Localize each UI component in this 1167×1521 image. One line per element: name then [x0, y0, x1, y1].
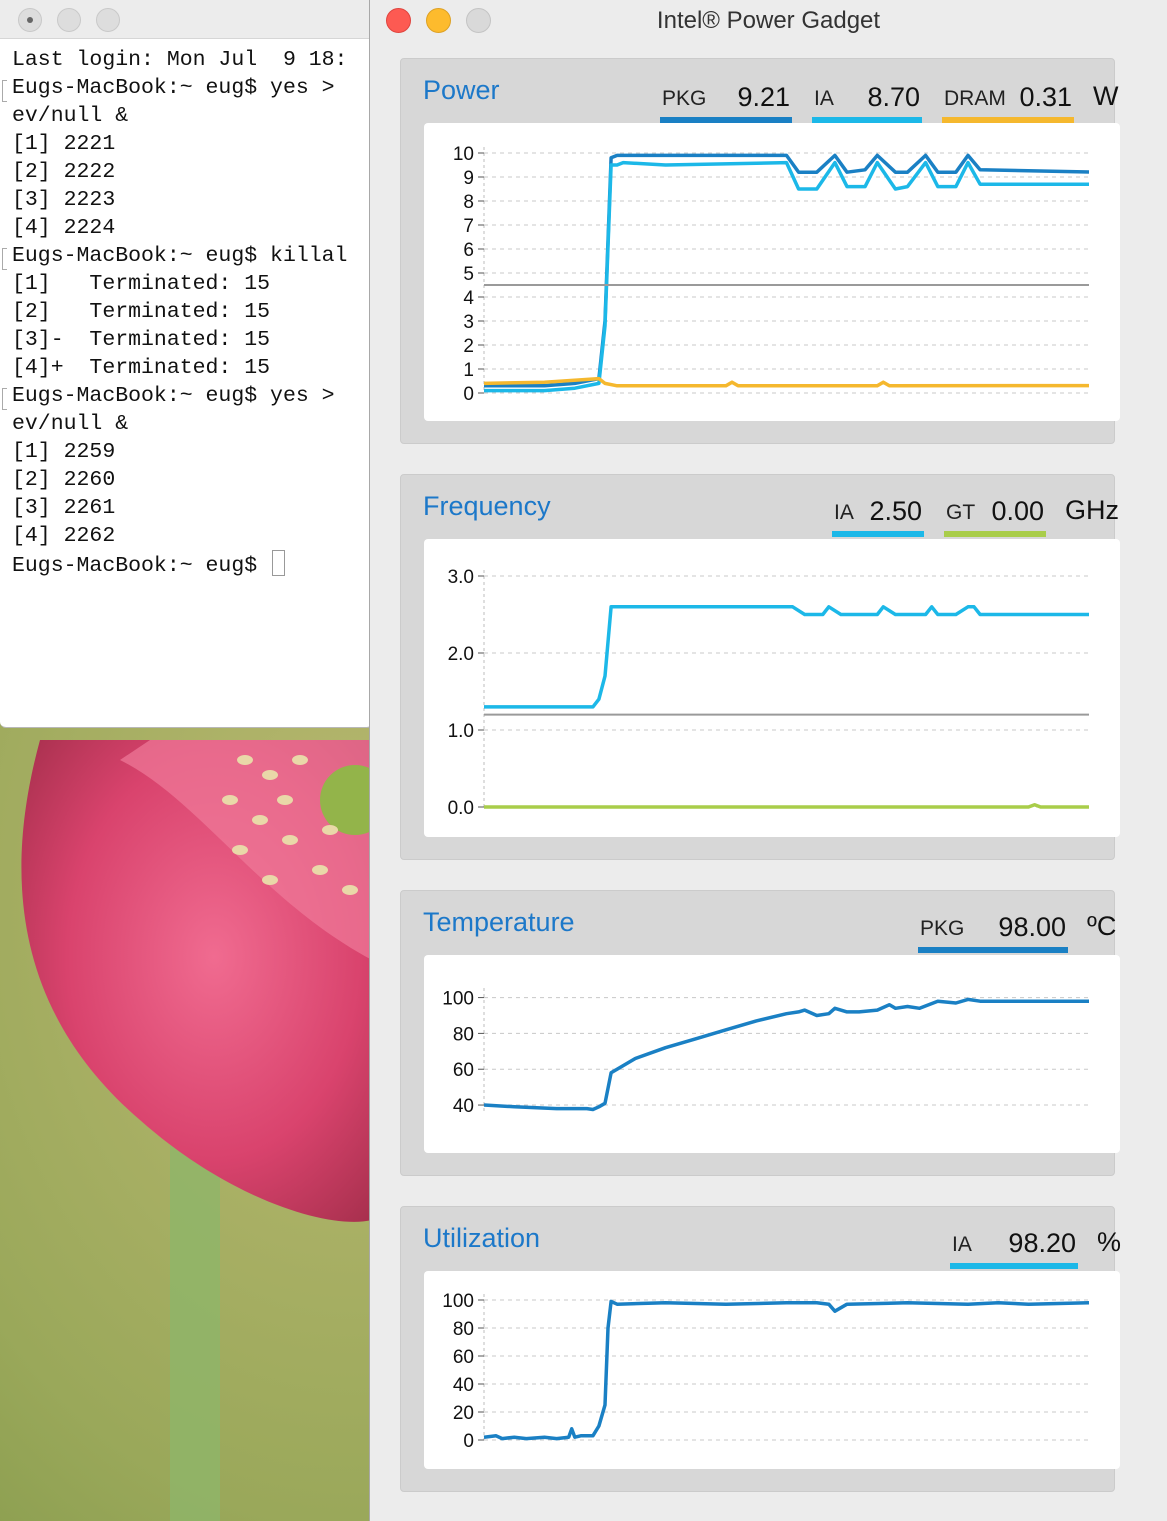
y-tick-label: 10 — [453, 144, 474, 165]
series-line-pkg — [484, 153, 1090, 388]
terminal-line: ev/null & — [12, 412, 129, 436]
window-title: Intel® Power Gadget — [656, 7, 881, 34]
series-line-gt — [484, 802, 1089, 809]
frequency-panel: Frequency IA 2.50 GT 0.00 GHz 0.0 1.0 2.0 3… — [400, 474, 1120, 860]
terminal-line: Eugs-MacBook:~ eug$ yes > — [12, 76, 335, 100]
y-tick-label: 100 — [442, 1291, 474, 1312]
series-line-ia — [483, 1299, 1090, 1441]
terminal-line: [4]+ Terminated: 15 — [12, 356, 271, 380]
y-tick-label: 2.0 — [448, 644, 474, 665]
y-tick-label: 1.0 — [448, 721, 474, 742]
terminal-line: [2] 2260 — [12, 468, 116, 492]
y-tick-label: 0 — [463, 384, 474, 405]
terminal-line: [2] Terminated: 15 — [12, 300, 271, 324]
y-tick-label: 8 — [463, 192, 474, 213]
y-tick-label: 0 — [463, 1431, 474, 1452]
y-tick-label: 3 — [463, 312, 474, 333]
y-tick-label: 0.0 — [448, 798, 474, 819]
legend-ia: IA 98.20 — [950, 1228, 1078, 1269]
y-tick-label: 7 — [463, 216, 474, 237]
y-tick-label: 40 — [453, 1096, 474, 1117]
unit-label: % — [1097, 1227, 1122, 1257]
legend-pkg: PKG 98.00 — [918, 912, 1068, 953]
prompt-mark — [2, 388, 7, 410]
y-tick-label: 60 — [453, 1347, 474, 1368]
temperature-panel: Temperature PKG 98.00 ºC 40 60 80 100 — [400, 890, 1120, 1176]
prompt-mark — [2, 80, 7, 102]
terminal-line: [1] 2259 — [12, 440, 116, 464]
terminal-line: [3]- Terminated: 15 — [12, 328, 271, 352]
terminal-titlebar[interactable] — [0, 0, 372, 39]
prompt-mark — [2, 248, 7, 270]
series-line-pkg — [483, 997, 1089, 1112]
utilization-panel: Utilization IA 98.20 % 0 20 40 60 80 100 — [400, 1206, 1121, 1492]
frequency-chart: 0.0 1.0 2.0 3.0 — [424, 539, 1120, 837]
terminal-line: Eugs-MacBook:~ eug$ killal — [12, 244, 348, 268]
panel-title: Power — [423, 75, 500, 105]
unit-label: ºC — [1087, 911, 1117, 941]
terminal-line: Eugs-MacBook:~ eug$ yes > — [12, 384, 335, 408]
terminal-line: ev/null & — [12, 104, 129, 128]
terminal-line: [1] 2221 — [12, 132, 116, 156]
terminal-line: [1] Terminated: 15 — [12, 272, 271, 296]
y-tick-label: 2 — [463, 336, 474, 357]
terminal-line: [4] 2224 — [12, 216, 116, 240]
legend-gt: GT 0.00 — [944, 496, 1046, 537]
y-tick-label: 20 — [453, 1403, 474, 1424]
legend-ia: IA 8.70 — [812, 82, 922, 123]
power-panel: Power PKG 9.21 IA 8.70 DRAM 0.31 W 0 1 2 3 4… — [400, 58, 1120, 444]
unit-label: GHz — [1065, 495, 1119, 525]
y-tick-label: 40 — [453, 1375, 474, 1396]
y-tick-label: 5 — [463, 264, 474, 285]
terminal-output[interactable]: Last login: Mon Jul 9 18: Eugs-MacBook:~ … — [12, 46, 372, 580]
terminal-line: [4] 2262 — [12, 524, 116, 548]
close-window-button[interactable] — [18, 8, 42, 32]
legend-dram: DRAM 0.31 — [942, 82, 1074, 123]
legend-ia: IA 2.50 — [832, 496, 924, 537]
y-tick-label: 100 — [442, 989, 474, 1010]
terminal-line: Last login: Mon Jul 9 18: — [12, 48, 348, 72]
y-tick-label: 4 — [463, 288, 474, 309]
power-chart: 0 1 2 3 4 5 6 7 8 9 10 — [424, 123, 1120, 421]
terminal-window[interactable]: Last login: Mon Jul 9 18: Eugs-MacBook:~ … — [0, 0, 373, 728]
panel-title: Utilization — [423, 1223, 541, 1253]
terminal-line: [3] 2223 — [12, 188, 116, 212]
y-tick-label: 1 — [463, 360, 474, 381]
legend-pkg: PKG 9.21 — [660, 82, 792, 123]
minimize-window-button[interactable] — [57, 8, 81, 32]
frequency-chart-svg: 0.0 1.0 2.0 3.0 — [448, 567, 1089, 819]
power-gadget-window[interactable]: Intel® Power Gadget Power PKG 9.21 IA 8.… — [369, 0, 1167, 1521]
utilization-chart: 0 20 40 60 80 100 — [424, 1271, 1120, 1469]
panel-title: Frequency — [423, 491, 551, 521]
terminal-line: [3] 2261 — [12, 496, 116, 520]
text-cursor — [272, 550, 286, 576]
panel-title: Temperature — [423, 907, 575, 937]
power-chart-svg: 0 1 2 3 4 5 6 7 8 9 10 — [453, 144, 1090, 405]
unit-label: W — [1093, 81, 1119, 111]
utilization-chart-svg: 0 20 40 60 80 100 — [442, 1291, 1090, 1452]
y-tick-label: 80 — [453, 1319, 474, 1340]
terminal-line: Eugs-MacBook:~ eug$ — [12, 550, 372, 580]
series-line-ia — [484, 605, 1089, 709]
series-line-ia — [484, 160, 1089, 393]
y-tick-label: 60 — [453, 1060, 474, 1081]
temperature-chart-svg: 40 60 80 100 — [442, 988, 1089, 1117]
y-tick-label: 9 — [463, 168, 474, 189]
y-tick-label: 6 — [463, 240, 474, 261]
temperature-chart: 40 60 80 100 — [424, 955, 1120, 1153]
terminal-line: [2] 2222 — [12, 160, 116, 184]
y-tick-label: 3.0 — [448, 567, 474, 588]
zoom-window-button[interactable] — [96, 8, 120, 32]
y-tick-label: 80 — [453, 1024, 474, 1045]
gadget-titlebar[interactable]: Intel® Power Gadget — [370, 0, 1167, 42]
